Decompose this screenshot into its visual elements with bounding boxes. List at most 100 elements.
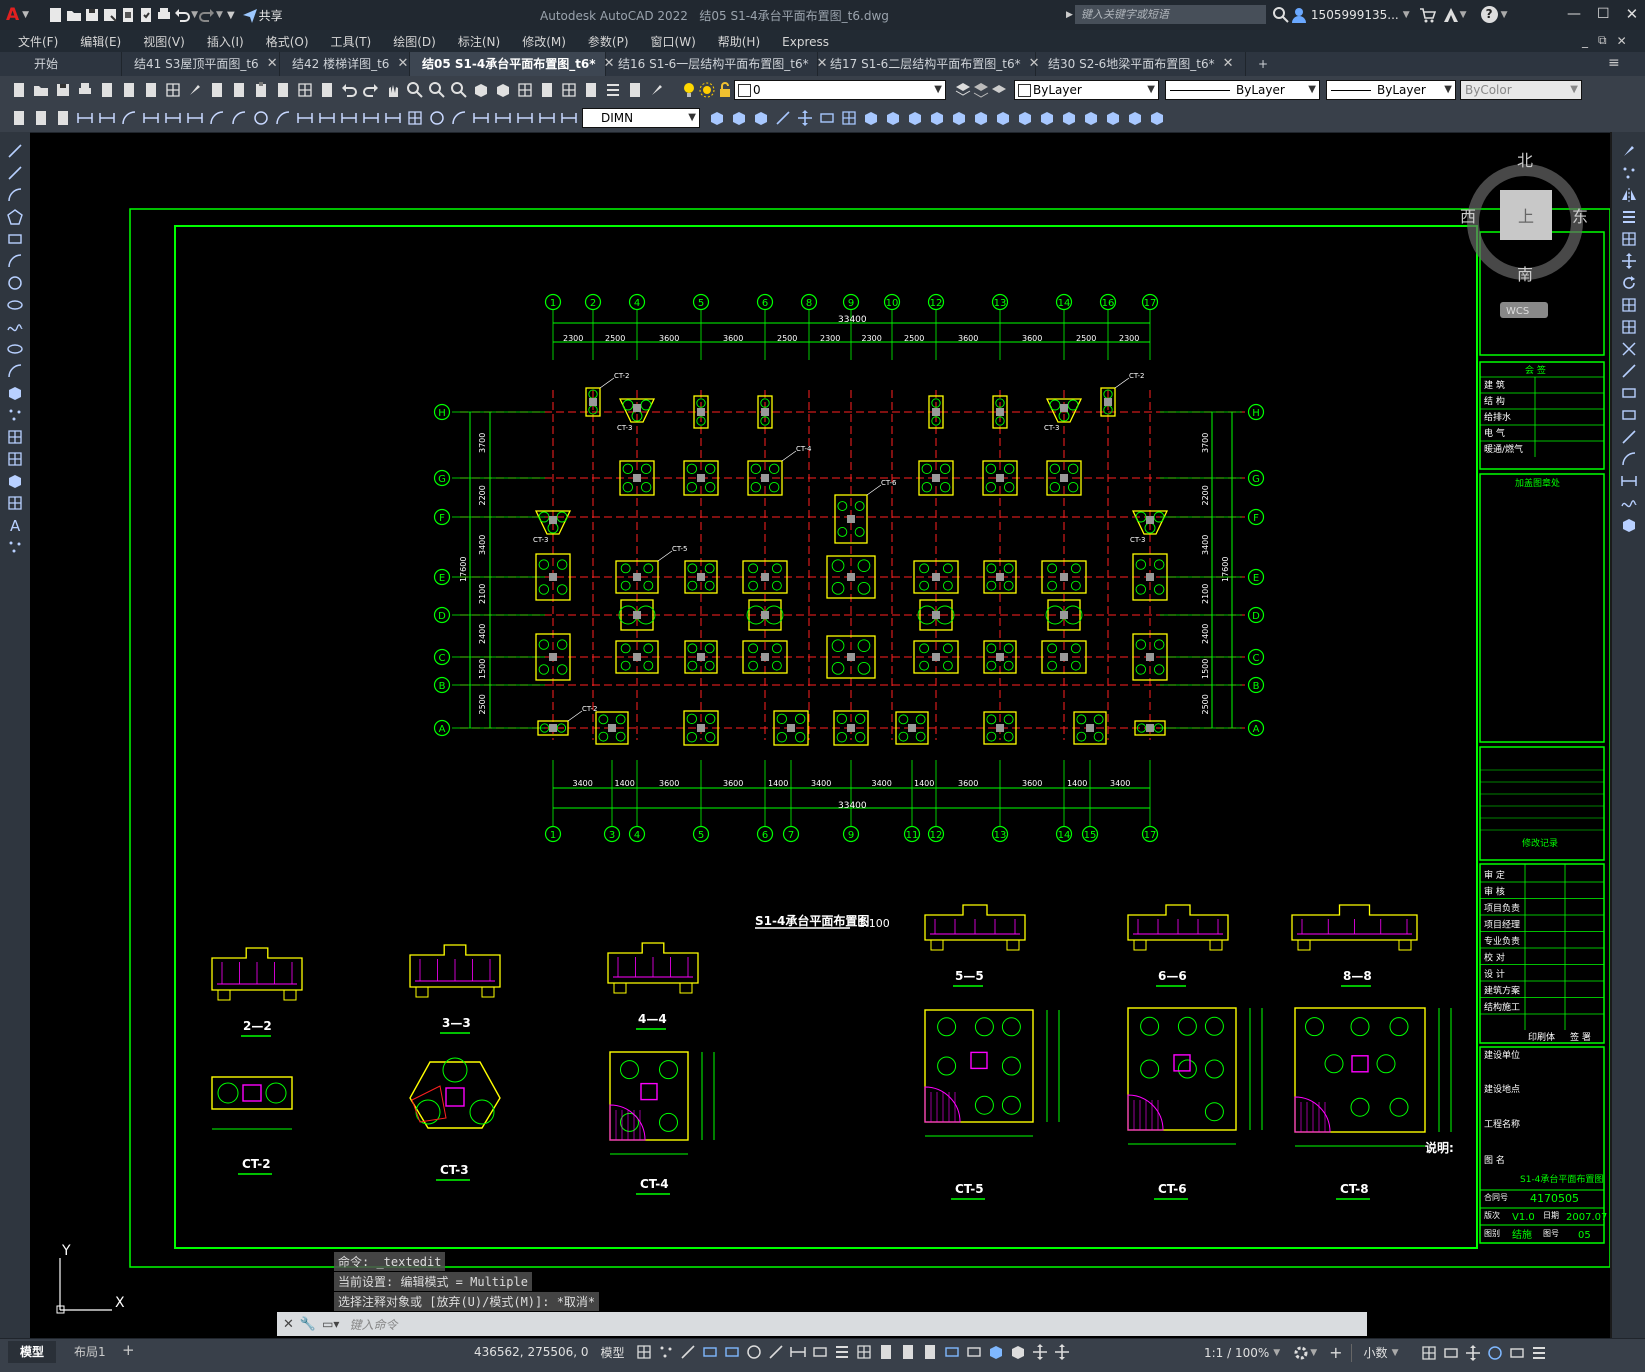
status-toggle-0-icon[interactable] [635,1343,653,1361]
open-web-icon[interactable] [119,6,137,24]
object-tool-12-icon[interactable] [972,109,990,127]
search-icon[interactable] [1272,6,1290,24]
object-tool-16-icon[interactable] [1060,109,1078,127]
modify-tool-line-icon[interactable] [1620,428,1638,446]
undo-tool-icon[interactable] [340,81,358,99]
view-tool-cube-icon[interactable] [472,81,490,99]
units-dropdown[interactable]: 小数 [1364,1344,1388,1361]
dimension-tool-10-icon[interactable] [230,109,248,127]
view-tool-lines-icon[interactable] [604,81,622,99]
standard-tool-grid-icon[interactable] [296,81,314,99]
dimension-tool-6-icon[interactable] [142,109,160,127]
plotstyle-dropdown[interactable]: ByColor ▼ [1460,80,1582,100]
object-tool-11-icon[interactable] [950,109,968,127]
status-toggle-16-icon[interactable] [987,1343,1005,1361]
draw-tool-arc-icon[interactable] [6,186,24,204]
object-tool-10-icon[interactable] [928,109,946,127]
status-toggle-15-icon[interactable] [965,1343,983,1361]
command-close-icon[interactable]: ✕ [283,1317,294,1332]
modify-tool-dim-icon[interactable] [1620,472,1638,490]
dimension-tool-25-icon[interactable] [560,109,578,127]
tab-menu-icon[interactable]: ≡ [1608,55,1620,71]
minimize-icon[interactable]: — [1567,6,1581,22]
dimension-tool-5-icon[interactable] [120,109,138,127]
object-tool-5-icon[interactable] [818,109,836,127]
status-toggle-8-icon[interactable] [811,1343,829,1361]
menu-item-8[interactable]: 修改(M) [522,33,566,50]
dimension-tool-1-icon[interactable] [32,109,50,127]
menu-item-3[interactable]: 插入(I) [207,33,244,50]
status-tool-3-icon[interactable] [1486,1344,1504,1362]
dimension-tool-22-icon[interactable] [494,109,512,127]
view-tool-zoom-icon[interactable] [428,81,446,99]
save-as-icon[interactable] [101,6,119,24]
menu-item-0[interactable]: 文件(F) [18,33,58,50]
lineweight-dropdown[interactable]: ByLayer ▼ [1326,80,1456,100]
autodesk-app-icon[interactable] [1442,6,1460,24]
modify-tool-arc-icon[interactable] [1620,450,1638,468]
view-tool-doc-icon[interactable] [626,81,644,99]
standard-tool-doc-icon[interactable] [98,81,116,99]
object-tool-2-icon[interactable] [752,109,770,127]
status-toggle-14-icon[interactable] [943,1343,961,1361]
modify-tool-grid-icon[interactable] [1620,230,1638,248]
draw-tool-grid-icon[interactable] [6,450,24,468]
layer-properties-icon[interactable] [954,81,972,99]
status-toggle-19-icon[interactable] [1053,1343,1071,1361]
status-toggle-5-icon[interactable] [745,1343,763,1361]
tab-close-icon[interactable]: ✕ [1223,52,1234,76]
dimension-tool-16-icon[interactable] [362,109,380,127]
object-tool-6-icon[interactable] [840,109,858,127]
status-tool-1-icon[interactable] [1442,1344,1460,1362]
view-tool-grid-icon[interactable] [516,81,534,99]
draw-tool-rect-icon[interactable] [6,230,24,248]
menu-item-7[interactable]: 标注(N) [458,33,500,50]
new-file-icon[interactable] [47,6,65,24]
user-account-button[interactable]: 1505999135... [1311,8,1399,22]
modify-tool-grid-icon[interactable] [1620,318,1638,336]
standard-tool-doc-icon[interactable] [120,81,138,99]
object-tool-1-icon[interactable] [730,109,748,127]
customize-quick-access-icon[interactable]: ▼ [227,10,235,21]
maximize-icon[interactable]: ☐ [1597,6,1610,22]
tab-close-icon[interactable]: ✕ [397,52,408,76]
layer-lock-icon[interactable] [716,81,734,99]
standard-tool-clip-icon[interactable] [252,81,270,99]
drawing-canvas[interactable]: 33400334002300 2500 3600 3600 2500 2300 2300 25… [30,132,1610,1338]
dimension-tool-11-icon[interactable] [252,109,270,127]
undo-icon[interactable] [173,6,191,24]
standard-tool-doc-icon[interactable] [208,81,226,99]
doc-minimize-icon[interactable]: _ [1582,34,1588,48]
modify-tool-cube-icon[interactable] [1620,516,1638,534]
dimension-tool-24-icon[interactable] [538,109,556,127]
tab-3[interactable]: 结05 S1-4承台平面布置图_t6* ✕ [410,52,614,76]
model-space-button[interactable]: 模型 [601,1344,625,1361]
dimension-tool-18-icon[interactable] [406,109,424,127]
dimstyle-dropdown[interactable]: DIMN ▼ [582,108,700,128]
object-tool-7-icon[interactable] [862,109,880,127]
workspace-gear-icon[interactable] [1292,1344,1310,1362]
redo-icon[interactable] [198,6,216,24]
linetype-dropdown[interactable]: ByLayer ▼ [1165,80,1320,100]
dimension-tool-19-icon[interactable] [428,109,446,127]
new-tab-button[interactable]: + [1246,52,1278,76]
tab-0[interactable]: 开始 [22,52,122,76]
draw-tool-grid-icon[interactable] [6,428,24,446]
object-tool-9-icon[interactable] [906,109,924,127]
layer-bulb-icon[interactable] [680,81,698,99]
menu-item-5[interactable]: 工具(T) [331,33,372,50]
status-toggle-3-icon[interactable] [701,1343,719,1361]
status-toggle-2-icon[interactable] [679,1343,697,1361]
save-web-icon[interactable] [137,6,155,24]
view-tool-doc-icon[interactable] [538,81,556,99]
autocad-logo-icon[interactable]: A [6,5,19,25]
cart-icon[interactable] [1418,6,1436,24]
dimension-tool-2-icon[interactable] [54,109,72,127]
object-tool-8-icon[interactable] [884,109,902,127]
draw-tool-ellipse-icon[interactable] [6,340,24,358]
menu-item-11[interactable]: 帮助(H) [718,33,760,50]
dimension-tool-7-icon[interactable] [164,109,182,127]
compass-east[interactable]: 东 [1572,207,1588,226]
annotation-scale[interactable]: 1:1 / 100% [1204,1346,1269,1360]
dimension-tool-23-icon[interactable] [516,109,534,127]
